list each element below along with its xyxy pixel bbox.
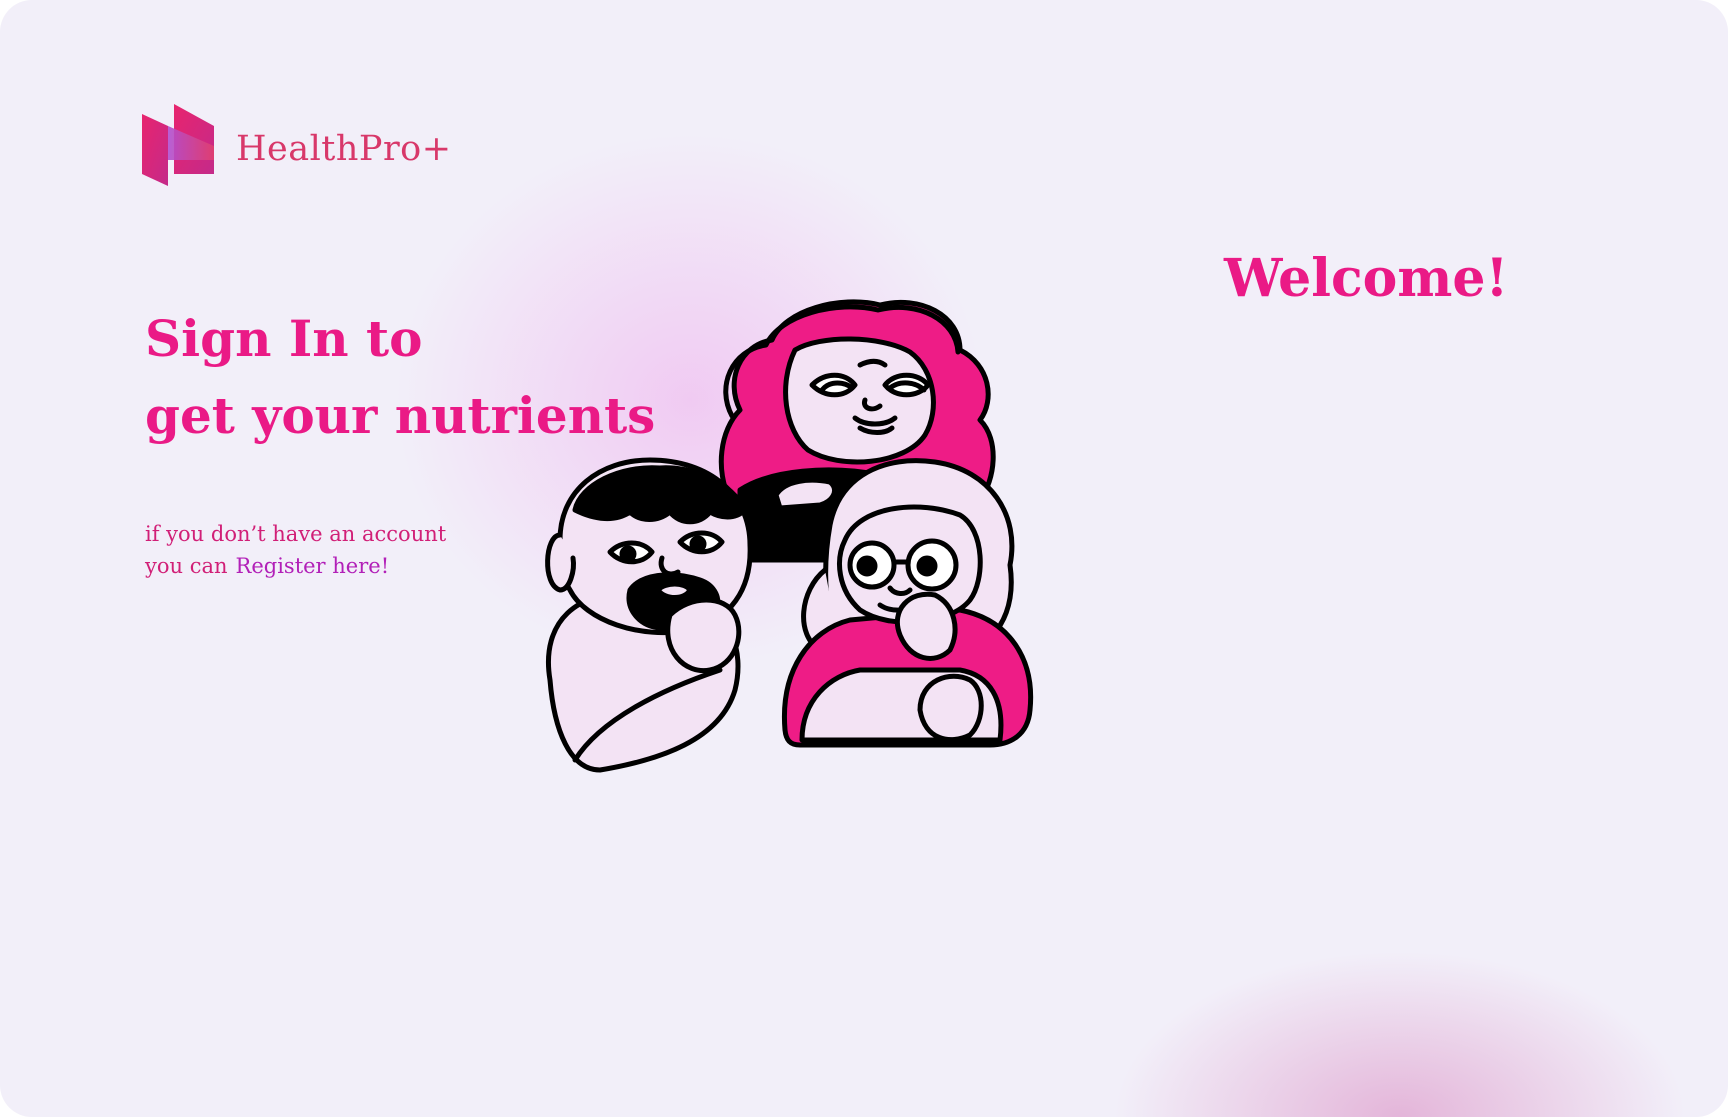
three-people-illustration [545, 299, 1034, 773]
login-page: HealthPro+ Sign In to get your nutrients… [0, 0, 1728, 1117]
register-prompt-line1: if you don’t have an account [145, 522, 447, 546]
register-link[interactable]: Register here! [236, 554, 390, 578]
welcome-heading: Welcome! [1224, 248, 1509, 309]
register-prefix: you can [145, 554, 228, 578]
healthpro-logo-icon [142, 104, 214, 186]
brand-name: HealthPro+ [236, 129, 452, 169]
brand-logo[interactable]: HealthPro+ [142, 104, 452, 186]
register-prompt-line2: you can Register here! [145, 550, 446, 582]
register-prompt: if you don’t have an account you can Regi… [145, 518, 446, 582]
